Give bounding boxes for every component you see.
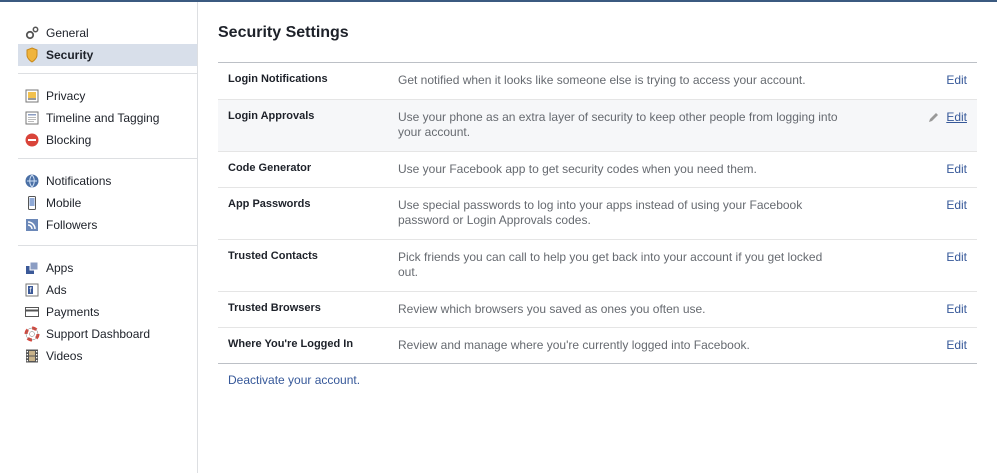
timeline-icon (24, 110, 40, 126)
sidebar-divider (18, 245, 197, 246)
edit-button[interactable]: Edit (946, 73, 967, 87)
sidebar-item-mobile[interactable]: Mobile (18, 192, 197, 214)
edit-label: Edit (946, 338, 967, 352)
edit-button[interactable]: Edit (946, 338, 967, 352)
sidebar-item-label: Ads (46, 283, 67, 297)
lock-icon (24, 88, 40, 104)
globe-icon (24, 173, 40, 189)
setting-row-trusted-browsers[interactable]: Trusted Browsers Review which browsers yo… (218, 291, 977, 327)
sidebar-item-label: Support Dashboard (46, 327, 151, 341)
phone-icon (24, 195, 40, 211)
edit-button[interactable]: Edit (946, 302, 967, 316)
film-icon (24, 348, 40, 364)
setting-row-trusted-contacts[interactable]: Trusted Contacts Pick friends you can cal… (218, 239, 977, 291)
sidebar-item-privacy[interactable]: Privacy (18, 85, 197, 107)
sidebar-item-label: General (46, 26, 89, 40)
setting-row-login-approvals[interactable]: Login Approvals Use your phone as an extr… (218, 99, 977, 151)
page-title: Security Settings (218, 24, 349, 41)
sidebar-item-support-dashboard[interactable]: Support Dashboard (18, 323, 197, 345)
setting-description: Get notified when it looks like someone … (398, 73, 806, 87)
sidebar-item-label: Payments (46, 305, 100, 319)
deactivate-account-link[interactable]: Deactivate your account. (228, 373, 360, 387)
gear-icon (24, 25, 40, 41)
setting-row-login-notifications[interactable]: Login Notifications Get notified when it … (218, 63, 977, 99)
setting-name: Login Approvals (228, 110, 315, 122)
sidebar-item-ads[interactable]: f Ads (18, 279, 197, 301)
apps-icon (24, 260, 40, 276)
rss-icon (24, 217, 40, 233)
setting-description: Use your Facebook app to get security co… (398, 162, 757, 176)
edit-label: Edit (946, 198, 967, 212)
sidebar-item-security[interactable]: Security (18, 44, 197, 66)
pencil-icon (928, 112, 939, 123)
sidebar-item-payments[interactable]: Payments (18, 301, 197, 323)
sidebar-item-blocking[interactable]: Blocking (18, 129, 197, 151)
settings-table: Login Notifications Get notified when it … (218, 62, 977, 364)
edit-button[interactable]: Edit (946, 250, 967, 264)
setting-description: Use special passwords to log into your a… (398, 198, 803, 227)
edit-label: Edit (946, 73, 967, 87)
edit-label: Edit (946, 302, 967, 316)
edit-button[interactable]: Edit (928, 110, 967, 124)
setting-name: Where You're Logged In (228, 338, 354, 350)
setting-name: Trusted Browsers (228, 302, 321, 314)
edit-button[interactable]: Edit (946, 162, 967, 176)
edit-label: Edit (946, 162, 967, 176)
sidebar-item-label: Notifications (46, 174, 112, 188)
sidebar-item-followers[interactable]: Followers (18, 214, 197, 236)
sidebar-item-timeline-and-tagging[interactable]: Timeline and Tagging (18, 107, 197, 129)
ads-icon: f (24, 282, 40, 298)
sidebar-item-label: Timeline and Tagging (46, 111, 160, 125)
sidebar-divider (18, 158, 197, 159)
edit-label: Edit (946, 110, 967, 124)
sidebar-item-videos[interactable]: Videos (18, 345, 197, 367)
setting-description: Review which browsers you saved as ones … (398, 302, 706, 316)
block-icon (24, 132, 40, 148)
sidebar-item-label: Mobile (46, 196, 82, 210)
setting-name: Trusted Contacts (228, 250, 318, 262)
sidebar-item-label: Videos (46, 349, 83, 363)
sidebar-item-label: Followers (46, 218, 98, 232)
setting-description: Pick friends you can call to help you ge… (398, 250, 823, 279)
sidebar-item-general[interactable]: General (18, 22, 197, 44)
card-icon (24, 304, 40, 320)
setting-name: App Passwords (228, 198, 311, 210)
sidebar-item-label: Privacy (46, 89, 86, 103)
sidebar-item-label: Blocking (46, 133, 92, 147)
edit-button[interactable]: Edit (946, 198, 967, 212)
setting-row-code-generator[interactable]: Code Generator Use your Facebook app to g… (218, 151, 977, 187)
setting-row-where-you-re-logged-in[interactable]: Where You're Logged In Review and manage … (218, 327, 977, 363)
sidebar-item-apps[interactable]: Apps (18, 257, 197, 279)
edit-label: Edit (946, 250, 967, 264)
setting-name: Code Generator (228, 162, 312, 174)
setting-row-app-passwords[interactable]: App Passwords Use special passwords to lo… (218, 187, 977, 239)
setting-name: Login Notifications (228, 73, 328, 85)
sidebar-item-label: Apps (46, 261, 74, 275)
badge-icon (24, 47, 40, 63)
setting-description: Use your phone as an extra layer of secu… (398, 110, 838, 139)
sidebar-item-label: Security (46, 48, 94, 62)
sidebar-item-notifications[interactable]: Notifications (18, 170, 197, 192)
setting-description: Review and manage where you're currently… (398, 338, 750, 352)
sidebar-divider (18, 73, 197, 74)
settings-sidebar: General Security Privacy Timeline and Taggi… (0, 2, 198, 473)
lifebuoy-icon (24, 326, 40, 342)
